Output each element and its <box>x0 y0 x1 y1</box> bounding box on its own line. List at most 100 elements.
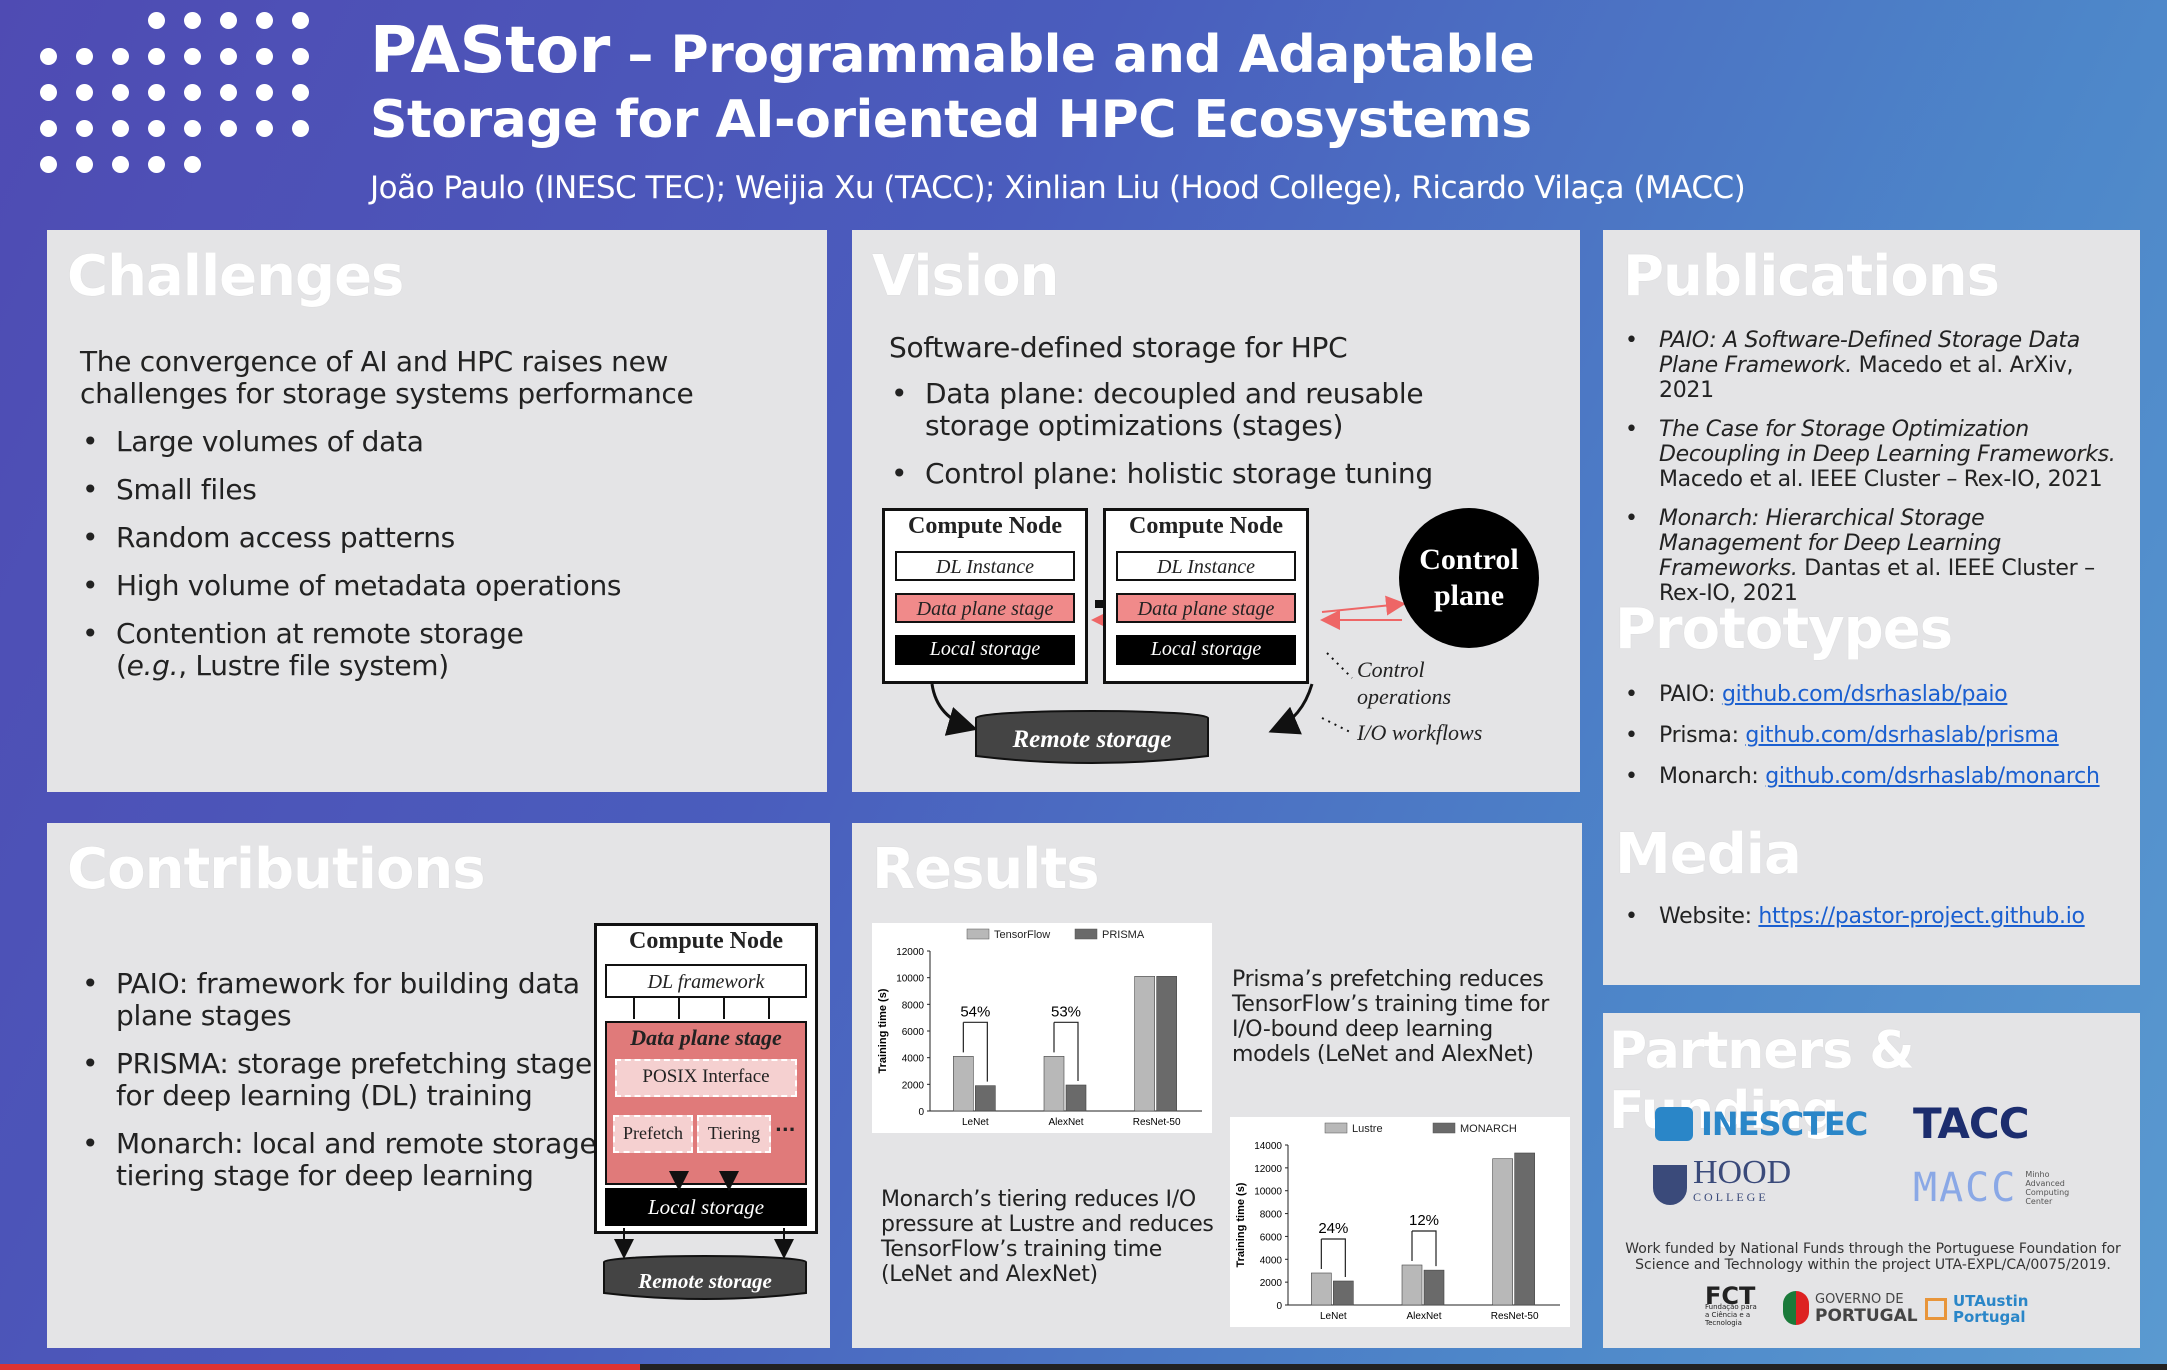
decorative-dot <box>112 84 129 101</box>
decorative-dot <box>76 120 93 137</box>
compute-node-2: Compute Node DL Instance Data plane stag… <box>1103 508 1309 684</box>
results-panel: Results TensorFlow PRISMA 0 2000 4000 6000 800… <box>852 823 1582 1348</box>
decorative-dot <box>112 48 129 65</box>
monarch-link[interactable]: github.com/dsrhaslab/monarch <box>1765 764 2100 789</box>
remote-storage-cylinder: Remote storage <box>974 710 1210 766</box>
list-item: Control plane: holistic storage tuning <box>889 458 1449 491</box>
decorative-dot <box>184 12 201 29</box>
io-workflows-label: I/O workflows <box>1357 720 1483 745</box>
utaustin-portugal-logo: UTAustin Portugal <box>1925 1293 2028 1325</box>
dl-instance-box: DL Instance <box>895 551 1075 581</box>
decorative-dot <box>112 120 129 137</box>
x-tick-label: AlexNet <box>1048 1117 1083 1128</box>
legend-label: Lustre <box>1352 1123 1383 1135</box>
video-progress-bar[interactable] <box>0 1364 2167 1370</box>
control-plane-circle: Control plane <box>1399 508 1539 648</box>
bar <box>1423 1269 1445 1306</box>
legend-label: TensorFlow <box>994 929 1050 941</box>
prisma-link[interactable]: github.com/dsrhaslab/prisma <box>1745 723 2059 748</box>
y-tick-label: 6000 <box>902 1027 925 1038</box>
list-item: Large volumes of data <box>80 426 800 459</box>
compute-node-1: Compute Node DL Instance Data plane stag… <box>882 508 1088 684</box>
decorative-dot <box>40 48 57 65</box>
list-item: Monarch: Hierarchical Storage Management… <box>1623 506 2123 606</box>
governo-portugal-logo: GOVERNO DE PORTUGAL <box>1783 1291 1918 1325</box>
list-item: Contention at remote storage(e.g., Lustr… <box>80 618 800 682</box>
decorative-dot <box>220 120 237 137</box>
decorative-dot <box>292 84 309 101</box>
y-tick-label: 2000 <box>1260 1278 1283 1289</box>
publications-panel: Publications PAIO: A Software-Defined St… <box>1603 230 2140 985</box>
contributions-panel: Contributions PAIO: framework for buildi… <box>47 823 830 1348</box>
decorative-dot <box>256 84 273 101</box>
decorative-dot <box>76 84 93 101</box>
decorative-dot <box>292 120 309 137</box>
bar <box>1401 1264 1423 1306</box>
reduction-annotation: 54% <box>960 1003 990 1020</box>
tacc-logo: TACC <box>1913 1099 2030 1148</box>
inesctec-mark-icon <box>1655 1107 1693 1141</box>
decorative-dot <box>148 48 165 65</box>
decorative-dot <box>148 84 165 101</box>
list-item: Monarch: github.com/dsrhaslab/monarch <box>1623 764 2133 789</box>
decorative-dot <box>184 84 201 101</box>
challenges-panel: Challenges The convergence of AI and HPC… <box>47 230 827 792</box>
challenges-intro: The convergence of AI and HPC raises new… <box>80 345 694 410</box>
list-item: PAIO: github.com/dsrhaslab/paio <box>1623 682 2133 707</box>
legend-swatch <box>966 928 990 940</box>
x-tick-label: ResNet-50 <box>1133 1117 1181 1128</box>
decorative-dot <box>76 48 93 65</box>
prisma-chart: TensorFlow PRISMA 0 2000 4000 6000 8000 10000 12… <box>872 923 1212 1133</box>
results-heading: Results <box>872 837 1100 902</box>
decorative-dot <box>256 12 273 29</box>
prisma-caption: Prisma’s prefetching reduces TensorFlow’… <box>1232 967 1549 1067</box>
decorative-dot <box>256 48 273 65</box>
decorative-dot <box>148 12 165 29</box>
partners-panel: Partners & Funding INESCTEC TACC HOOD CO… <box>1603 1013 2140 1348</box>
y-tick-label: 2000 <box>902 1080 925 1091</box>
annotation-bracket <box>1320 1238 1346 1277</box>
title-rest: – Programmable and Adaptable <box>609 25 1535 85</box>
legend-label: PRISMA <box>1102 929 1145 941</box>
paio-link[interactable]: github.com/dsrhaslab/paio <box>1722 682 2008 707</box>
bar <box>1156 976 1177 1112</box>
list-item: PAIO: A Software-Defined Storage Data Pl… <box>1623 328 2123 403</box>
y-tick-label: 0 <box>918 1107 924 1118</box>
decorative-dot <box>292 48 309 65</box>
decorative-dot <box>184 120 201 137</box>
challenges-list: Large volumes of data Small files Random… <box>80 426 800 682</box>
poster-title: PAStor – Programmable and Adaptable Stor… <box>370 18 1770 152</box>
x-tick-label: ResNet-50 <box>1491 1311 1539 1322</box>
list-item: Website: https://pastor-project.github.i… <box>1623 904 2133 929</box>
bar <box>1134 976 1155 1112</box>
vision-heading: Vision <box>872 244 1059 309</box>
media-list: Website: https://pastor-project.github.i… <box>1623 904 2133 943</box>
list-item: Small files <box>80 474 800 507</box>
legend-label: MONARCH <box>1460 1123 1517 1135</box>
legend-swatch <box>1074 928 1098 940</box>
reduction-annotation: 53% <box>1051 1003 1081 1020</box>
y-tick-label: 8000 <box>1260 1210 1283 1221</box>
bar <box>1043 1056 1065 1112</box>
decorative-dot <box>148 156 165 173</box>
contributions-diagram: Compute Node DL framework Data plane sta… <box>594 923 824 1348</box>
monarch-caption: Monarch’s tiering reduces I/O pressure a… <box>881 1187 1214 1287</box>
website-link[interactable]: https://pastor-project.github.io <box>1758 904 2085 929</box>
prototypes-heading: Prototypes <box>1615 597 1953 662</box>
legend-swatch <box>1324 1122 1348 1134</box>
decorative-dot <box>292 12 309 29</box>
y-tick-label: 14000 <box>1254 1141 1282 1152</box>
annotation-bracket <box>1411 1230 1437 1267</box>
y-tick-label: 8000 <box>902 1000 925 1011</box>
decorative-dot <box>148 120 165 137</box>
contributions-list: PAIO: framework for building data plane … <box>80 968 600 1192</box>
x-tick-label: LeNet <box>1320 1311 1347 1322</box>
list-item: PRISMA: storage prefetching stage for de… <box>80 1048 600 1112</box>
bar <box>1311 1272 1332 1306</box>
decorative-dot <box>256 120 273 137</box>
publications-heading: Publications <box>1623 244 2000 309</box>
list-item: High volume of metadata operations <box>80 570 800 603</box>
decorative-dot <box>220 12 237 29</box>
vision-panel: Vision Software-defined storage for HPC … <box>852 230 1580 792</box>
decorative-dot <box>220 48 237 65</box>
